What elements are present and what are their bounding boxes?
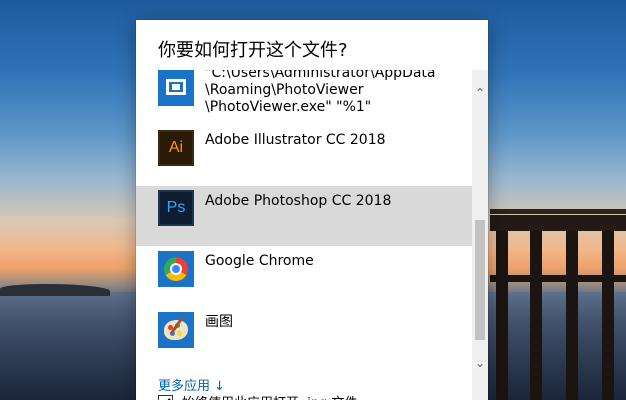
illustrator-icon: Ai	[158, 130, 194, 166]
app-item-label: Adobe Illustrator CC 2018	[205, 132, 386, 148]
wallpaper-shore	[0, 284, 110, 296]
dialog-title: 你要如何打开这个文件?	[158, 40, 348, 61]
open-with-dialog: 你要如何打开这个文件? "C:\Users\Administrator\AppD…	[136, 20, 488, 400]
app-item-label: 画图	[205, 314, 233, 330]
scrollbar[interactable]: ⌃ ⌄	[472, 70, 488, 400]
app-item-paint[interactable]: 画图	[136, 306, 472, 366]
app-item-label: Google Chrome	[205, 253, 314, 269]
app-item-chrome[interactable]: Google Chrome	[136, 246, 472, 306]
photoshop-icon: Ps	[158, 190, 194, 226]
wallpaper-pier	[490, 209, 626, 400]
app-item-label: Adobe Photoshop CC 2018	[205, 193, 392, 209]
always-use-label: 始终使用此应用打开 .jpg 文件	[182, 392, 358, 400]
chrome-icon	[158, 251, 194, 287]
scroll-up-arrow-icon[interactable]: ⌃	[472, 84, 488, 102]
paint-icon	[158, 312, 194, 348]
scroll-down-arrow-icon[interactable]: ⌄	[472, 354, 488, 372]
always-use-checkbox[interactable]	[158, 395, 173, 400]
app-item-label: "C:\Users\Administrator\AppData \Roaming…	[205, 70, 436, 115]
app-list: "C:\Users\Administrator\AppData \Roaming…	[136, 70, 472, 400]
scroll-thumb[interactable]	[475, 220, 485, 340]
app-item-illustrator[interactable]: Ai Adobe Illustrator CC 2018	[136, 126, 472, 186]
photo-viewer-icon	[158, 70, 194, 106]
app-item-photoshop[interactable]: Ps Adobe Photoshop CC 2018	[136, 186, 472, 246]
app-item-photo-viewer[interactable]: "C:\Users\Administrator\AppData \Roaming…	[136, 70, 472, 126]
